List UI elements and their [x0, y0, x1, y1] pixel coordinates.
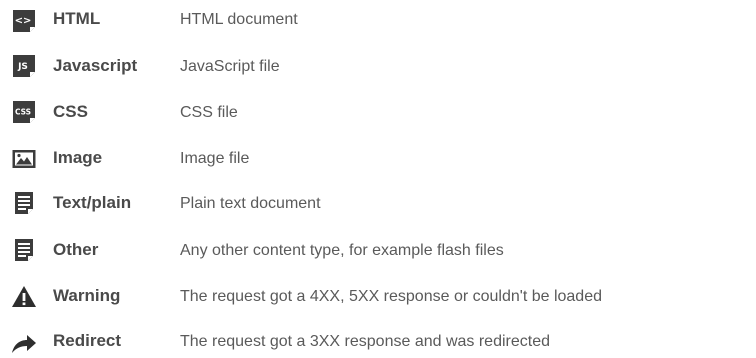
legend-label-other: Other	[53, 240, 99, 259]
legend-row-other: Other Any other content type, for exampl…	[0, 220, 756, 264]
html-file-icon: <>	[11, 8, 37, 34]
legend-row-warning: Warning The request got a 4XX, 5XX respo…	[0, 264, 756, 308]
legend-desc-html: HTML document	[180, 11, 298, 28]
legend-label-warning: Warning	[53, 286, 121, 305]
html-badge-text: <>	[15, 16, 32, 27]
legend-desc-warning: The request got a 4XX, 5XX response or c…	[180, 288, 602, 305]
legend-row-image: Image Image file	[0, 132, 756, 176]
legend-desc-other: Any other content type, for example flas…	[180, 242, 504, 259]
text-file-icon	[11, 190, 37, 216]
legend-label-text-plain: Text/plain	[53, 193, 132, 212]
image-file-icon	[11, 146, 37, 172]
legend-label-javascript: Javascript	[53, 56, 138, 75]
legend-row-text-plain: Text/plain Plain text document	[0, 176, 756, 220]
legend-desc-redirect: The request got a 3XX response and was r…	[180, 333, 550, 350]
legend-row-html: <> HTML HTML document	[0, 0, 756, 44]
legend-label-html: HTML	[53, 9, 101, 28]
legend-desc-css: CSS file	[180, 104, 238, 121]
css-badge-text: CSS	[15, 108, 31, 117]
js-badge-text: JS	[17, 62, 28, 72]
legend-row-javascript: JS Javascript JavaScript file	[0, 44, 756, 88]
other-file-icon	[11, 237, 37, 263]
legend-label-image: Image	[53, 148, 103, 167]
legend-desc-image: Image file	[180, 150, 250, 167]
js-file-icon: JS	[11, 53, 37, 79]
css-file-icon: CSS	[11, 99, 37, 125]
legend-row-css: CSS CSS CSS file	[0, 88, 756, 132]
legend-label-redirect: Redirect	[53, 331, 122, 350]
legend-desc-text-plain: Plain text document	[180, 195, 321, 212]
warning-icon	[11, 284, 37, 310]
legend-desc-javascript: JavaScript file	[180, 58, 280, 75]
legend-label-css: CSS	[53, 102, 88, 121]
legend-row-redirect: Redirect The request got a 3XX response …	[0, 308, 756, 353]
redirect-arrow-icon	[11, 330, 37, 356]
